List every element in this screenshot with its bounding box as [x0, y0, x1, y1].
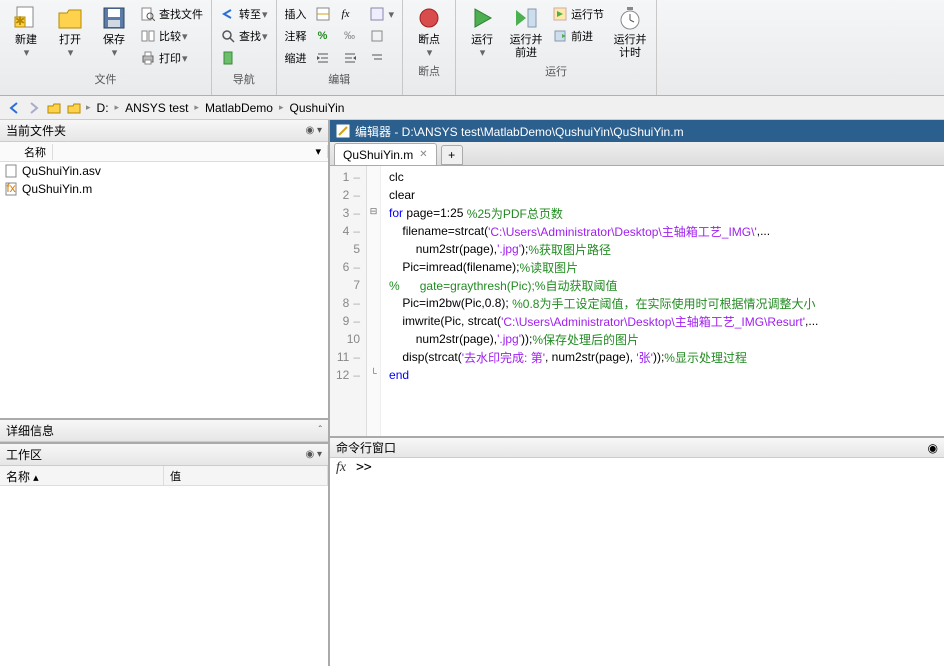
find-button[interactable]: 查找▾: [217, 25, 271, 47]
command-window-body[interactable]: fx >>: [330, 458, 944, 666]
editor-title-bar: 编辑器 - D:\ANSYS test\MatlabDemo\QushuiYin…: [330, 120, 944, 142]
group-label-edit: 编辑: [328, 70, 350, 89]
new-button[interactable]: ✱ 新建▾: [4, 2, 48, 62]
ribbon: ✱ 新建▾ 打开▾ 保存▾ 查找文件 比较▾ 打印▾ 文件 转至▾ 查找▾: [0, 0, 944, 96]
right-column: 编辑器 - D:\ANSYS test\MatlabDemo\QushuiYin…: [330, 120, 944, 666]
indent-button[interactable]: 缩进: [282, 47, 310, 69]
workspace-header: 工作区 ◉ ▾: [0, 444, 328, 466]
insert-button[interactable]: 插入: [282, 3, 310, 25]
file-row[interactable]: QuShuiYin.asv: [0, 162, 328, 180]
folder-icon[interactable]: [65, 99, 83, 117]
ribbon-group-file: ✱ 新建▾ 打开▾ 保存▾ 查找文件 比较▾ 打印▾ 文件: [0, 0, 212, 95]
group-label-file: 文件: [95, 70, 117, 89]
file-row[interactable]: fx QuShuiYin.m: [0, 180, 328, 198]
comment-pct-button[interactable]: %: [312, 25, 337, 47]
nav-forward-icon[interactable]: [25, 99, 43, 117]
details-expand-icon[interactable]: ˆ: [319, 425, 322, 436]
ribbon-group-edit: 插入 注释 缩进 % fx ‰ ▾ 编辑: [277, 0, 404, 95]
file-icon: [4, 164, 18, 178]
insert-section-button[interactable]: [312, 3, 337, 25]
find-files-button[interactable]: 查找文件: [137, 3, 206, 25]
insert-end-button[interactable]: ▾: [366, 3, 398, 25]
group-label-run: 运行: [545, 62, 567, 81]
panel-menu-icon[interactable]: ◉ ▾: [305, 125, 322, 136]
run-advance-button[interactable]: 运行并 前进: [504, 2, 548, 62]
smart-indent-button[interactable]: [366, 47, 398, 69]
svg-text:fx: fx: [6, 182, 15, 195]
col-name[interactable]: 名称: [18, 144, 53, 160]
crumb-drive[interactable]: D:: [93, 101, 113, 115]
breakpoints-button[interactable]: 断点▾: [407, 2, 451, 62]
fold-column: ⊟ └: [367, 166, 381, 436]
comment-button[interactable]: 注释: [282, 25, 310, 47]
svg-text:✱: ✱: [15, 14, 25, 28]
ribbon-group-nav: 转至▾ 查找▾ 导航: [212, 0, 277, 95]
file-list-header: 名称 ▾: [0, 142, 328, 162]
group-label-nav: 导航: [233, 70, 255, 89]
advance-button[interactable]: 前进: [549, 25, 607, 47]
goto-button[interactable]: 转至▾: [217, 3, 271, 25]
ws-col-name[interactable]: 名称 ▴: [0, 466, 164, 485]
fx-icon[interactable]: fx: [330, 458, 352, 666]
file-list: QuShuiYin.asv fx QuShuiYin.m: [0, 162, 328, 418]
ribbon-group-run: 运行▾ 运行并 前进 运行节 前进 运行并 计时 运行: [456, 0, 657, 95]
fx-button[interactable]: fx: [339, 3, 364, 25]
folder-up-icon[interactable]: [45, 99, 63, 117]
path-bar: ▸ D: ▸ ANSYS test ▸ MatlabDemo ▸ QushuiY…: [0, 96, 944, 120]
code-editor[interactable]: 1– 2– 3– 4– 5 6– 7 8– 9– 10 11– 12– ⊟ └ …: [330, 166, 944, 436]
group-label-bp: 断点: [418, 62, 440, 81]
line-gutter: 1– 2– 3– 4– 5 6– 7 8– 9– 10 11– 12–: [330, 166, 367, 436]
compare-button[interactable]: 比较▾: [137, 25, 206, 47]
print-button[interactable]: 打印▾: [137, 47, 206, 69]
command-window: 命令行窗口 ◉ fx >>: [330, 436, 944, 666]
bookmark-button[interactable]: [217, 47, 271, 69]
ws-col-value[interactable]: 值: [164, 466, 328, 485]
open-button[interactable]: 打开▾: [48, 2, 92, 62]
workspace-grid: [0, 486, 328, 666]
mfile-icon: fx: [4, 182, 18, 196]
current-folder-header: 当前文件夹 ◉ ▾: [0, 120, 328, 142]
ribbon-group-breakpoints: 断点▾ 断点: [403, 0, 456, 95]
details-header: 详细信息 ˆ: [0, 420, 328, 442]
workspace-grid-header: 名称 ▴ 值: [0, 466, 328, 486]
cmd-menu-icon[interactable]: ◉: [928, 441, 938, 455]
crumb-3[interactable]: QushuiYin: [286, 101, 349, 115]
editor-tabs: QuShuiYin.m ✕ +: [330, 142, 944, 166]
workspace-menu-icon[interactable]: ◉ ▾: [305, 449, 322, 460]
crumb-1[interactable]: ANSYS test: [121, 101, 192, 115]
command-window-header: 命令行窗口 ◉: [330, 438, 944, 458]
fold-icon[interactable]: ⊟: [367, 202, 380, 220]
run-time-button[interactable]: 运行并 计时: [608, 2, 652, 62]
run-section-button[interactable]: 运行节: [549, 3, 607, 25]
left-column: 当前文件夹 ◉ ▾ 名称 ▾ QuShuiYin.asv fx QuShuiYi…: [0, 120, 330, 666]
save-button[interactable]: 保存▾: [92, 2, 136, 62]
indent-right-button[interactable]: [312, 47, 337, 69]
editor-tab[interactable]: QuShuiYin.m ✕: [334, 143, 437, 165]
nav-back-icon[interactable]: [5, 99, 23, 117]
command-prompt: >>: [352, 458, 376, 666]
add-tab-button[interactable]: +: [441, 145, 463, 165]
crumb-2[interactable]: MatlabDemo: [201, 101, 277, 115]
code-lines: clc clear for page=1:25 %25为PDF总页数 filen…: [381, 166, 826, 436]
close-tab-icon[interactable]: ✕: [419, 149, 427, 160]
run-button[interactable]: 运行▾: [460, 2, 504, 62]
wrap-comment-button[interactable]: [366, 25, 398, 47]
indent-left-button[interactable]: [339, 47, 364, 69]
editor-icon: [336, 124, 350, 138]
uncomment-button[interactable]: ‰: [339, 25, 364, 47]
